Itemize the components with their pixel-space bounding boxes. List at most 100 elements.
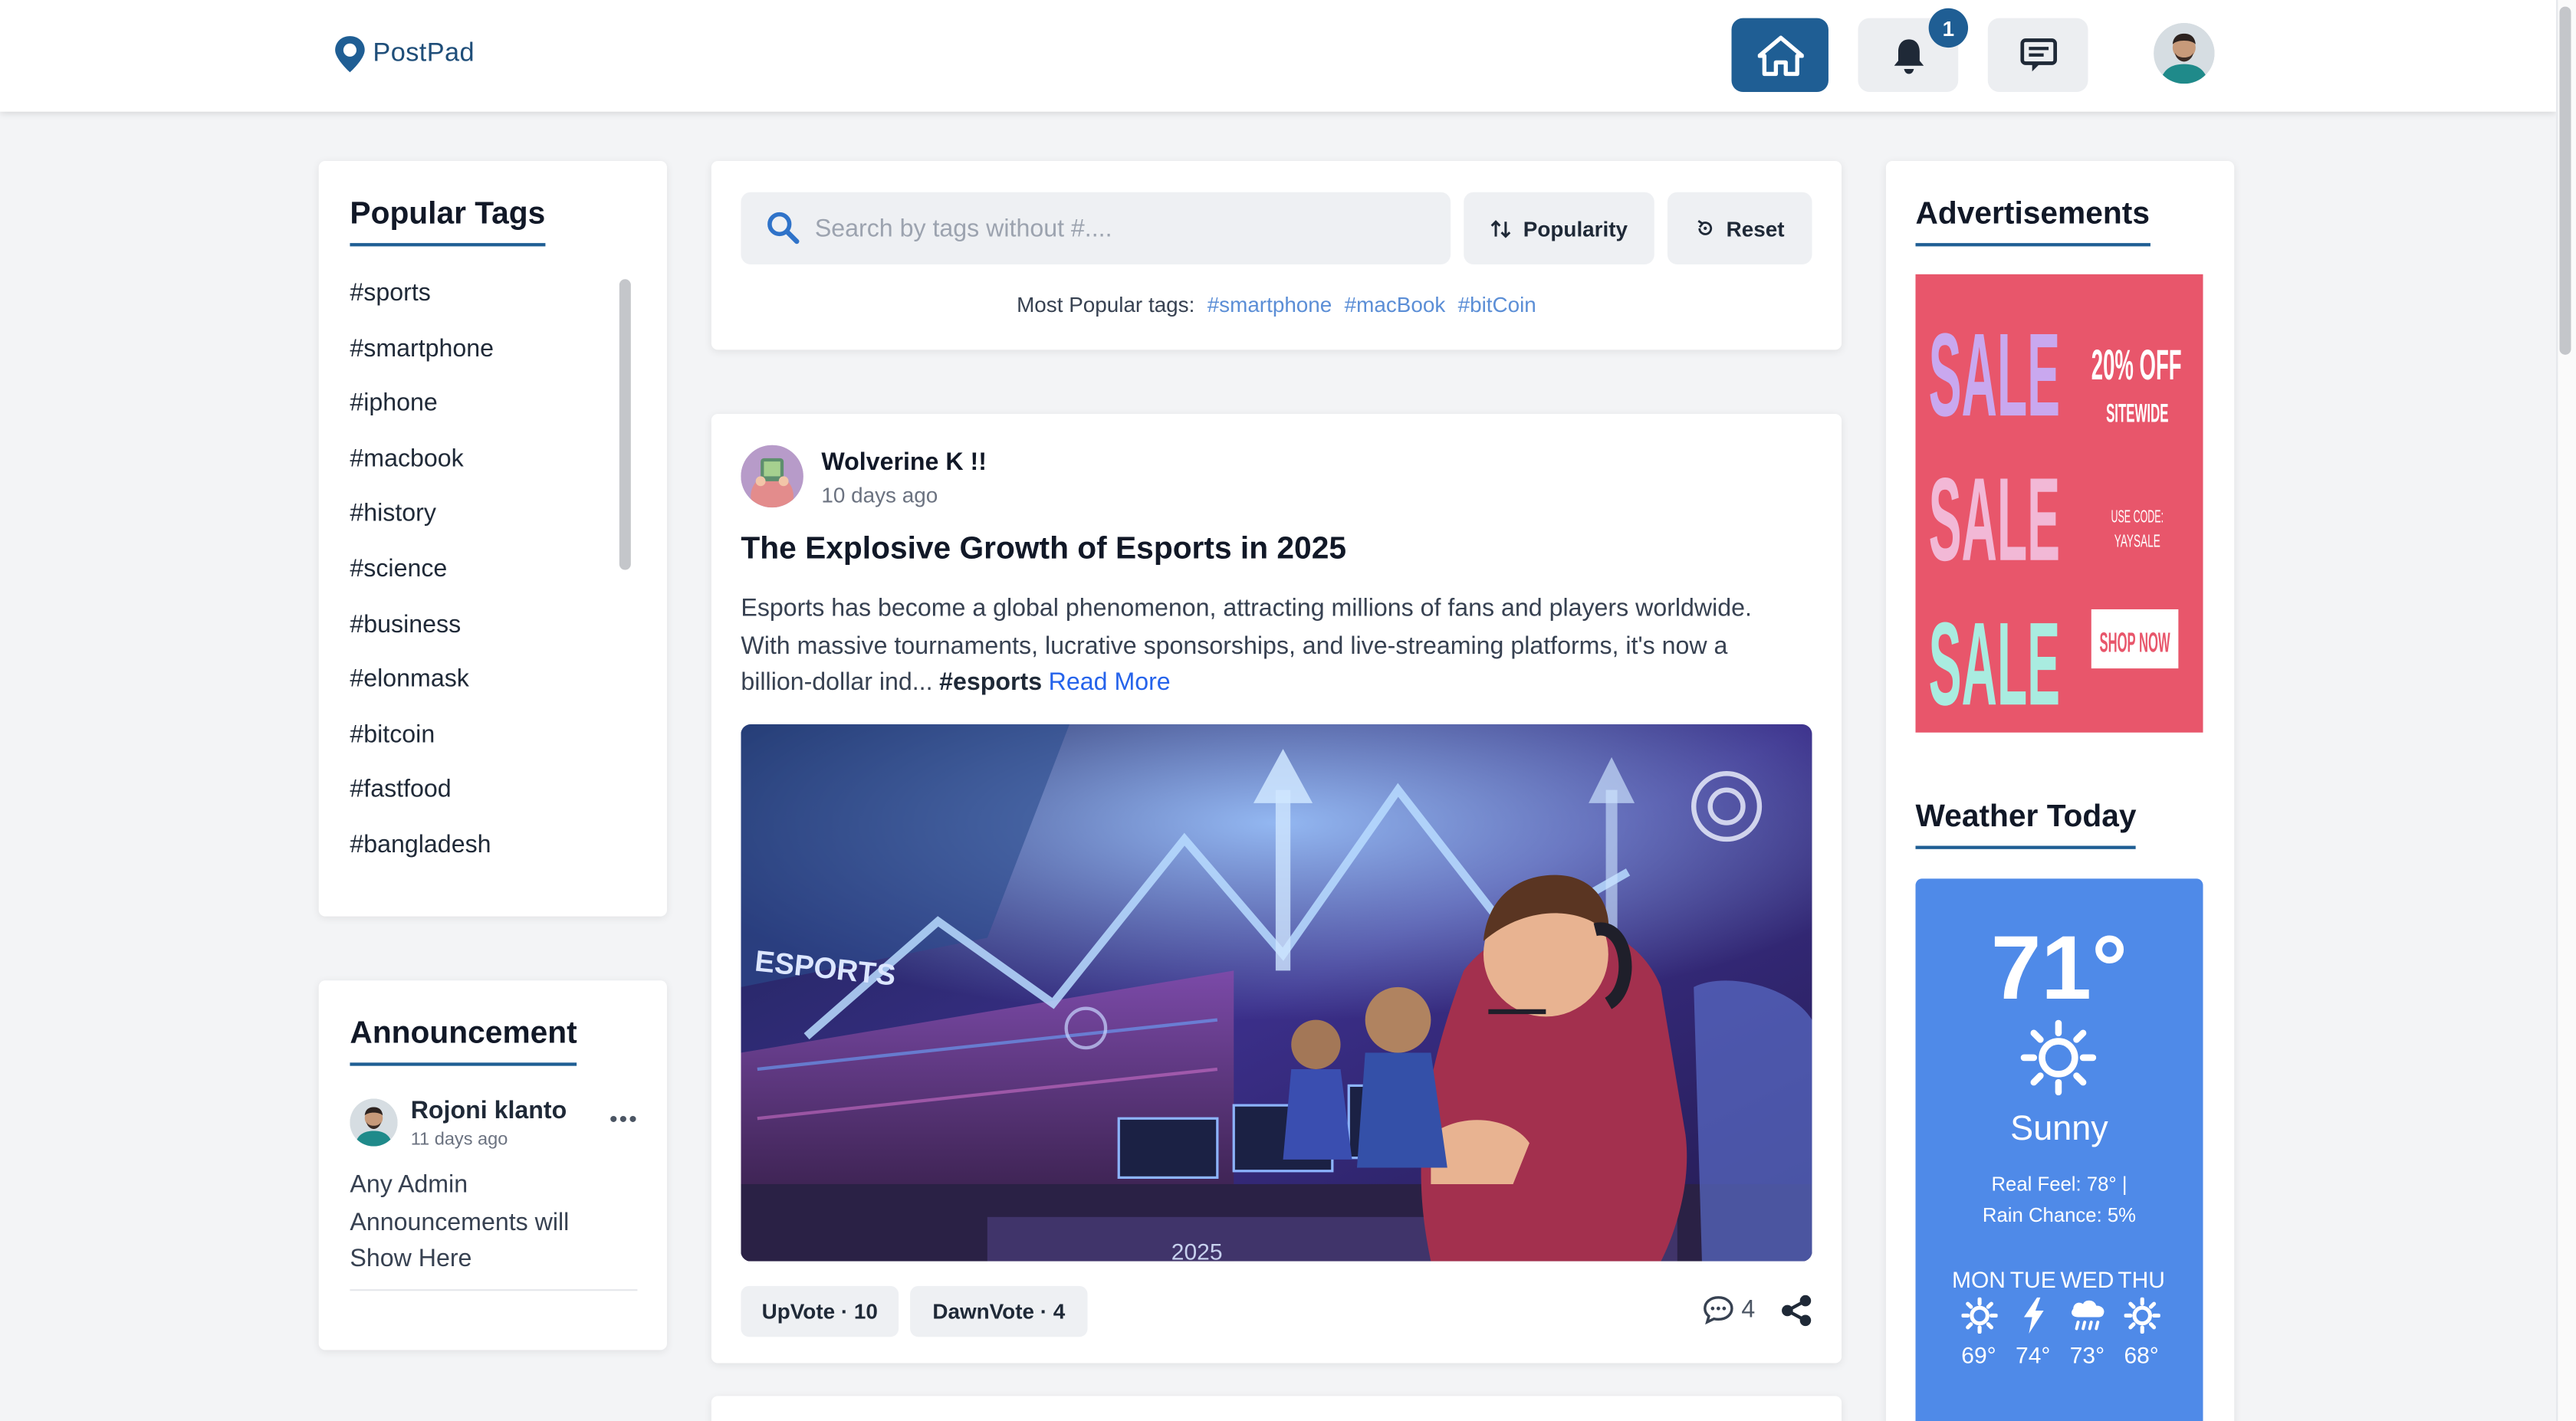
announcement-body: Any Admin Announcements will Show Here	[350, 1170, 570, 1273]
reset-icon	[1697, 220, 1712, 235]
sale-ad-graphic: SALE SALE SALE 20% OFF SITEWIDE USE CODE…	[1915, 274, 2203, 733]
user-avatar[interactable]	[2154, 22, 2215, 84]
reset-button[interactable]: Reset	[1667, 192, 1812, 264]
weather-condition: Sunny	[2010, 1110, 2108, 1148]
code-text: YAYSALE	[2114, 531, 2160, 551]
tag-item-science[interactable]: #science	[350, 553, 494, 609]
admin-avatar-icon	[350, 1098, 398, 1147]
current-temperature: 71°	[1990, 916, 2128, 1019]
next-post-card	[711, 1396, 1842, 1421]
sun-icon	[1952, 1296, 2006, 1335]
announcement-author[interactable]: Rojoni klanto	[411, 1097, 567, 1124]
sale-text-1: SALE	[1929, 308, 2060, 441]
tag-item-history[interactable]: #history	[350, 498, 494, 553]
post-body: Esports has become a global phenomenon, …	[741, 591, 1792, 702]
rain-chance: Rain Chance: 5%	[1982, 1203, 2137, 1227]
tag-item-bitcoin[interactable]: #bitcoin	[350, 719, 494, 774]
popular-tag-link[interactable]: #smartphone	[1208, 292, 1332, 317]
announcement-avatar[interactable]	[350, 1098, 398, 1147]
forecast-temp: 74°	[2016, 1341, 2051, 1368]
search-input[interactable]	[814, 192, 1440, 264]
location-pin-icon	[335, 36, 365, 73]
post-author-name[interactable]: Wolverine K !!	[821, 448, 987, 476]
weather-details: Real Feel: 78° | Rain Chance: 5%	[1916, 1170, 2203, 1232]
forecast-temps: 69° 74° 73° 68°	[1952, 1342, 2169, 1368]
tag-item-bangladesh[interactable]: #bangladesh	[350, 829, 494, 884]
post-hashtag[interactable]: #esports	[939, 668, 1042, 696]
share-icon[interactable]	[1781, 1295, 1812, 1327]
popular-tag-link[interactable]: #bitCoin	[1458, 292, 1536, 317]
forecast-icons	[1952, 1296, 2169, 1335]
popularity-label: Popularity	[1523, 215, 1628, 241]
logo[interactable]: PostPad	[334, 34, 475, 74]
sitewide-text: SITEWIDE	[2106, 399, 2168, 428]
reset-label: Reset	[1726, 215, 1785, 241]
home-button[interactable]	[1731, 18, 1829, 92]
post-time: 10 days ago	[821, 482, 938, 508]
comment-icon	[1704, 1296, 1733, 1325]
home-icon	[1756, 34, 1803, 76]
more-options-button[interactable]: •••	[610, 1105, 639, 1131]
sort-arrows-icon	[1491, 219, 1511, 238]
popular-tag-link[interactable]: #macBook	[1345, 292, 1446, 317]
forecast-days: MON TUE WED THU	[1952, 1266, 2169, 1292]
use-code-text: USE CODE:	[2111, 506, 2164, 526]
lightning-icon	[2006, 1296, 2060, 1335]
tag-item-macbook[interactable]: #macbook	[350, 443, 494, 498]
post-excerpt: Esports has become a global phenomenon, …	[741, 594, 1752, 697]
sale-text-3: SALE	[1929, 597, 2060, 730]
tag-item-business[interactable]: #business	[350, 609, 494, 664]
right-sidebar-card: Advertisements SALE SALE SALE 20% OFF SI…	[1885, 160, 2235, 1421]
comment-count: 4	[1741, 1295, 1756, 1324]
weather-title: Weather Today	[1915, 800, 2137, 849]
tag-item-fastfood[interactable]: #fastfood	[350, 774, 494, 829]
advertisements-title: Advertisements	[1915, 197, 2150, 247]
shop-now-text: SHOP NOW	[2099, 627, 2170, 658]
tag-list-scrollbar[interactable]	[619, 279, 631, 570]
discount-text: 20% OFF	[2091, 341, 2182, 389]
page-scrollbar-thumb[interactable]	[2559, 6, 2571, 355]
downvote-button[interactable]: DawnVote · 4	[910, 1285, 1088, 1337]
weather-widget: 71° Sunny Real Feel: 78° | Rain Chance: …	[1915, 878, 2203, 1421]
sun-icon	[2020, 1019, 2097, 1096]
most-popular-tags: Most Popular tags: #smartphone #macBook …	[711, 292, 1842, 317]
announcement-card: Announcement Rojoni klanto 11 days ago •…	[318, 980, 667, 1350]
divider	[350, 1289, 638, 1291]
messages-button[interactable]	[1987, 18, 2088, 92]
sun-icon	[2114, 1296, 2169, 1335]
notification-badge: 1	[1928, 8, 1969, 48]
tag-item-elonmask[interactable]: #elonmask	[350, 664, 494, 719]
esports-illustration: ESPORTS 2025	[741, 724, 1812, 1262]
sale-text-2: SALE	[1929, 453, 2060, 586]
bell-icon	[1893, 38, 1924, 74]
upvote-button[interactable]: UpVote · 10	[741, 1285, 899, 1337]
forecast-day: WED	[2060, 1266, 2114, 1293]
post-image[interactable]: ESPORTS 2025	[741, 724, 1812, 1262]
forecast-day: MON	[1951, 1266, 2006, 1293]
monitor-message-icon	[2019, 38, 2056, 71]
forecast-temp: 73°	[2069, 1341, 2105, 1368]
popular-tags-prefix: Most Popular tags:	[1017, 292, 1195, 317]
logo-text: PostPad	[373, 39, 475, 67]
tag-item-sports[interactable]: #sports	[350, 277, 494, 333]
notifications-button[interactable]: 1	[1858, 8, 1969, 92]
announcement-title: Announcement	[350, 1016, 577, 1066]
user-avatar-icon	[2154, 22, 2215, 84]
popularity-sort-button[interactable]: Popularity	[1464, 192, 1654, 264]
read-more-link[interactable]: Read More	[1049, 668, 1171, 696]
advertisement-banner[interactable]: SALE SALE SALE 20% OFF SITEWIDE USE CODE…	[1915, 274, 2203, 733]
post-author-avatar[interactable]	[741, 445, 803, 508]
forecast-day: TUE	[2009, 1266, 2056, 1293]
tag-item-iphone[interactable]: #iphone	[350, 388, 494, 443]
post-title[interactable]: The Explosive Growth of Esports in 2025	[741, 532, 1346, 568]
popular-tags-title: Popular Tags	[350, 197, 546, 247]
forecast-day: THU	[2118, 1266, 2165, 1293]
rain-cloud-icon	[2060, 1296, 2114, 1335]
real-feel: Real Feel: 78° |	[1991, 1172, 2128, 1196]
image-year-text: 2025	[1171, 1240, 1223, 1262]
tag-item-smartphone[interactable]: #smartphone	[350, 333, 494, 388]
comments-button[interactable]: 4	[1702, 1295, 1755, 1326]
search-box[interactable]	[741, 192, 1451, 264]
post-card: Wolverine K !! 10 days ago The Explosive…	[711, 413, 1842, 1364]
forecast-temp: 68°	[2124, 1341, 2159, 1368]
